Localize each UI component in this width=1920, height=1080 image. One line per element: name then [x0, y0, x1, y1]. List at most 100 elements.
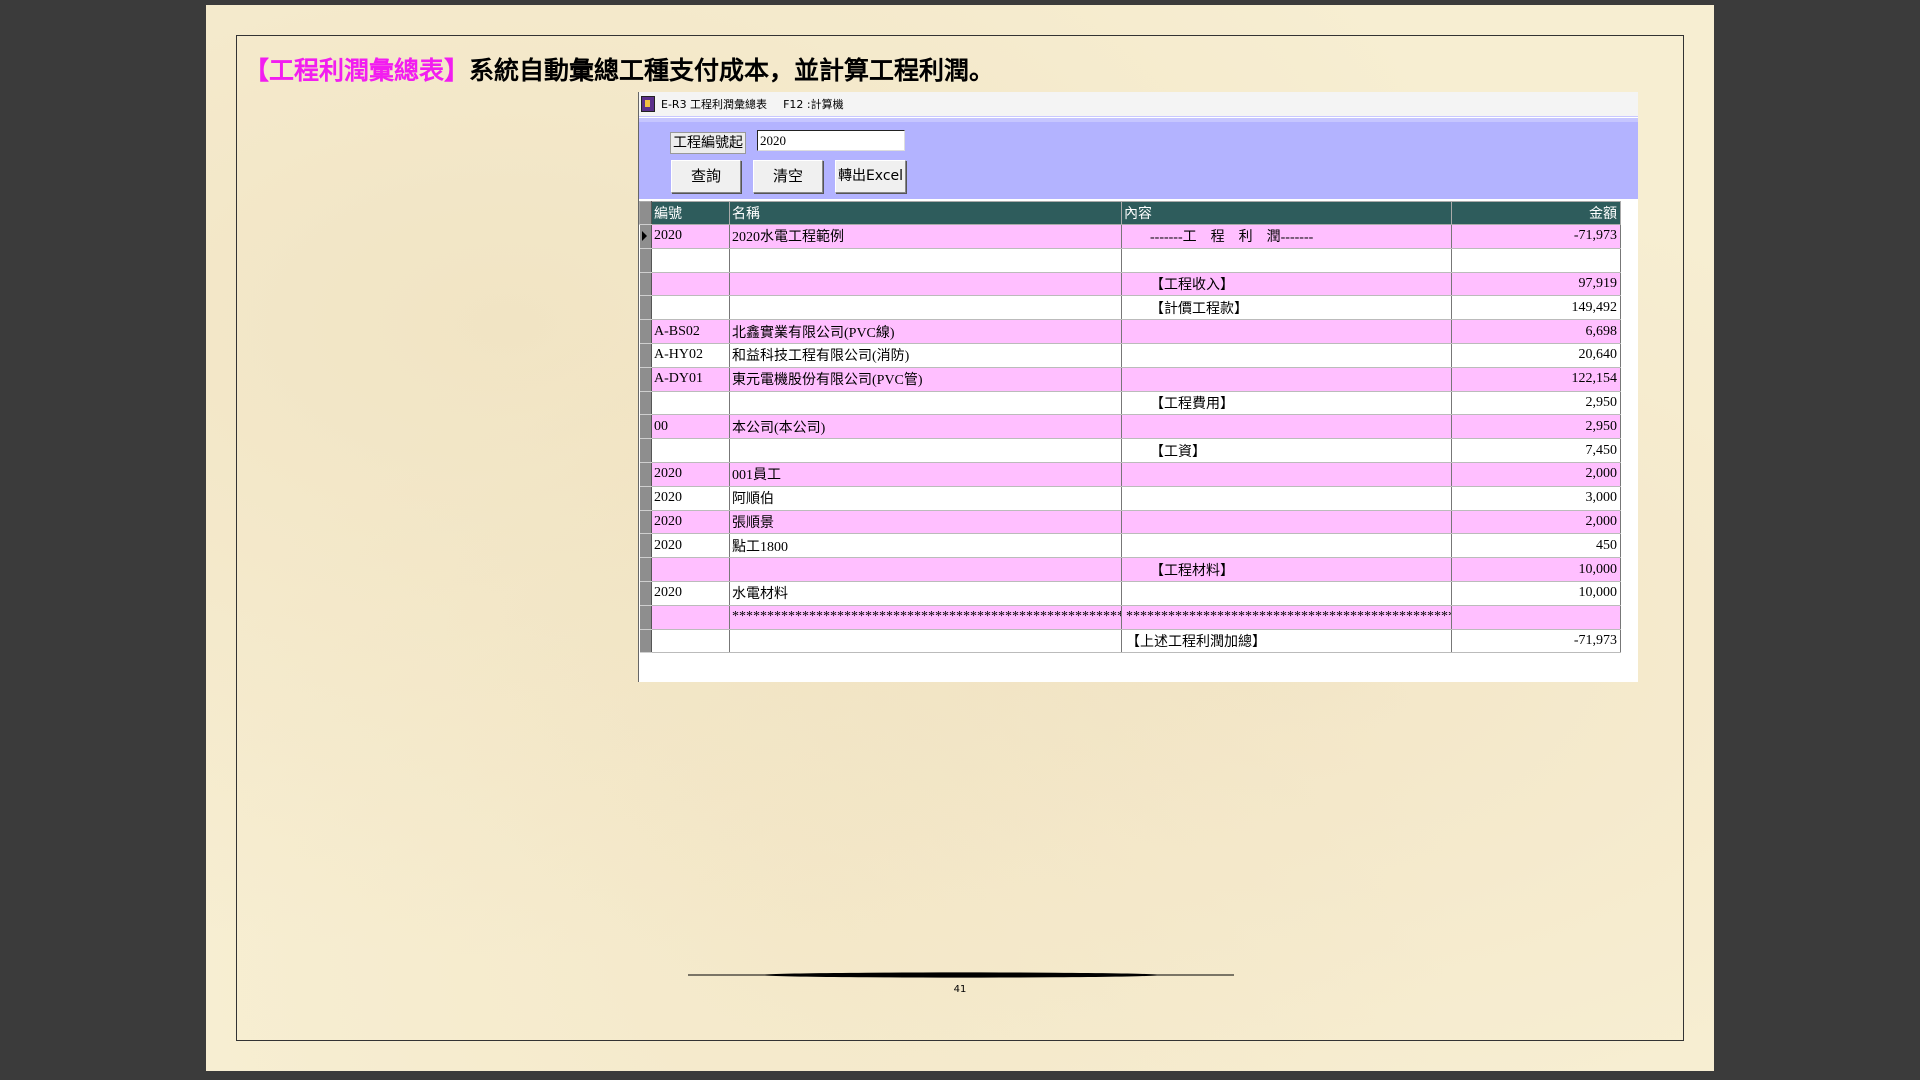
table-row[interactable]: 00 本公司(本公司) 2,950: [639, 414, 1621, 440]
cell-code[interactable]: A-DY01: [651, 367, 730, 392]
cell-code[interactable]: [651, 557, 730, 582]
row-indicator[interactable]: [639, 343, 652, 368]
clear-button[interactable]: 清空: [753, 160, 823, 193]
cell-amount[interactable]: 450: [1451, 533, 1621, 559]
cell-name[interactable]: ****************************************…: [729, 605, 1122, 630]
cell-amount[interactable]: 149,492: [1451, 295, 1621, 321]
cell-content[interactable]: -------工 程 利 潤-------: [1121, 224, 1452, 249]
row-indicator[interactable]: [639, 272, 652, 297]
table-row[interactable]: 【工程費用】 2,950: [639, 391, 1621, 416]
table-row[interactable]: 2020 2020水電工程範例 -------工 程 利 潤------- -71,9…: [639, 224, 1621, 249]
cell-name[interactable]: 點工1800: [729, 533, 1122, 559]
cell-content[interactable]: 【工程費用】: [1121, 391, 1452, 416]
cell-name[interactable]: [729, 557, 1122, 582]
cell-content[interactable]: 【計價工程款】: [1121, 295, 1452, 321]
cell-name[interactable]: 東元電機股份有限公司(PVC管): [729, 367, 1122, 392]
cell-amount[interactable]: 3,000: [1451, 486, 1621, 511]
cell-content[interactable]: [1121, 462, 1452, 487]
cell-code[interactable]: 2020: [651, 581, 730, 606]
query-button[interactable]: 查詢: [671, 160, 741, 193]
row-indicator[interactable]: [639, 510, 652, 535]
cell-amount[interactable]: 97,919: [1451, 272, 1621, 297]
cell-content[interactable]: [1121, 343, 1452, 368]
cell-name[interactable]: 水電材料: [729, 581, 1122, 606]
cell-name[interactable]: [729, 438, 1122, 463]
row-indicator[interactable]: [639, 533, 652, 559]
cell-name[interactable]: [729, 295, 1122, 321]
cell-content[interactable]: [1121, 581, 1452, 606]
cell-name[interactable]: 2020水電工程範例: [729, 224, 1122, 249]
cell-amount[interactable]: 20,640: [1451, 343, 1621, 368]
cell-content[interactable]: [1121, 319, 1452, 344]
table-row[interactable]: 2020 阿順伯 3,000: [639, 486, 1621, 511]
table-row[interactable]: 【工資】 7,450: [639, 438, 1621, 463]
row-indicator[interactable]: [639, 391, 652, 416]
cell-code[interactable]: 00: [651, 414, 730, 440]
column-header-name[interactable]: 名稱: [729, 201, 1122, 225]
cell-content[interactable]: [1121, 533, 1452, 559]
row-indicator[interactable]: [639, 581, 652, 606]
row-indicator[interactable]: [639, 414, 652, 440]
cell-content[interactable]: [1121, 486, 1452, 511]
row-indicator[interactable]: [639, 295, 652, 321]
cell-name[interactable]: 張順景: [729, 510, 1122, 535]
column-header-code[interactable]: 編號: [651, 201, 730, 225]
cell-code[interactable]: [651, 629, 730, 654]
row-indicator[interactable]: [639, 438, 652, 463]
row-indicator[interactable]: [639, 605, 652, 630]
cell-content[interactable]: 【工程收入】: [1121, 272, 1452, 297]
cell-code[interactable]: [651, 438, 730, 463]
table-row[interactable]: 2020 張順景 2,000: [639, 510, 1621, 535]
cell-amount[interactable]: 2,000: [1451, 462, 1621, 487]
cell-content[interactable]: ****************************************…: [1121, 605, 1452, 630]
table-row[interactable]: 【計價工程款】 149,492: [639, 295, 1621, 321]
table-row[interactable]: A-DY01 東元電機股份有限公司(PVC管) 122,154: [639, 367, 1621, 392]
table-row[interactable]: A-BS02 北鑫實業有限公司(PVC線) 6,698: [639, 319, 1621, 344]
cell-content[interactable]: 【工程材料】: [1121, 557, 1452, 582]
cell-code[interactable]: [651, 295, 730, 321]
row-indicator[interactable]: [639, 486, 652, 511]
cell-content[interactable]: 【上述工程利潤加總】: [1121, 629, 1452, 654]
cell-content[interactable]: [1121, 248, 1452, 273]
cell-amount[interactable]: 122,154: [1451, 367, 1621, 392]
row-indicator[interactable]: [639, 367, 652, 392]
cell-code[interactable]: [651, 272, 730, 297]
table-row[interactable]: 【工程材料】 10,000: [639, 557, 1621, 582]
cell-amount[interactable]: 10,000: [1451, 557, 1621, 582]
table-row[interactable]: 2020 001員工 2,000: [639, 462, 1621, 487]
cell-name[interactable]: [729, 272, 1122, 297]
table-row[interactable]: 2020 點工1800 450: [639, 533, 1621, 559]
cell-code[interactable]: [651, 605, 730, 630]
table-row[interactable]: 【工程收入】 97,919: [639, 272, 1621, 297]
row-indicator[interactable]: [639, 224, 652, 249]
cell-amount[interactable]: 7,450: [1451, 438, 1621, 463]
row-indicator[interactable]: [639, 319, 652, 344]
cell-name[interactable]: 和益科技工程有限公司(消防): [729, 343, 1122, 368]
column-header-content[interactable]: 內容: [1121, 201, 1452, 225]
cell-name[interactable]: 阿順伯: [729, 486, 1122, 511]
cell-amount[interactable]: 2,000: [1451, 510, 1621, 535]
cell-amount[interactable]: -71,973: [1451, 224, 1621, 249]
cell-amount[interactable]: 2,950: [1451, 391, 1621, 416]
column-header-amount[interactable]: 金額: [1451, 201, 1621, 225]
cell-name[interactable]: [729, 629, 1122, 654]
cell-name[interactable]: 北鑫實業有限公司(PVC線): [729, 319, 1122, 344]
row-indicator[interactable]: [639, 248, 652, 273]
cell-content[interactable]: [1121, 367, 1452, 392]
table-row[interactable]: 2020 水電材料 10,000: [639, 581, 1621, 606]
cell-code[interactable]: 2020: [651, 462, 730, 487]
cell-code[interactable]: 2020: [651, 533, 730, 559]
cell-code[interactable]: A-BS02: [651, 319, 730, 344]
export-excel-button[interactable]: 轉出Excel: [835, 160, 906, 193]
row-indicator[interactable]: [639, 462, 652, 487]
cell-code[interactable]: A-HY02: [651, 343, 730, 368]
cell-content[interactable]: [1121, 414, 1452, 440]
cell-code[interactable]: 2020: [651, 510, 730, 535]
row-indicator[interactable]: [639, 557, 652, 582]
cell-amount[interactable]: 6,698: [1451, 319, 1621, 344]
cell-name[interactable]: [729, 391, 1122, 416]
cell-amount[interactable]: -71,973: [1451, 629, 1621, 654]
cell-code[interactable]: 2020: [651, 486, 730, 511]
table-row[interactable]: [639, 248, 1621, 273]
row-indicator[interactable]: [639, 629, 652, 654]
